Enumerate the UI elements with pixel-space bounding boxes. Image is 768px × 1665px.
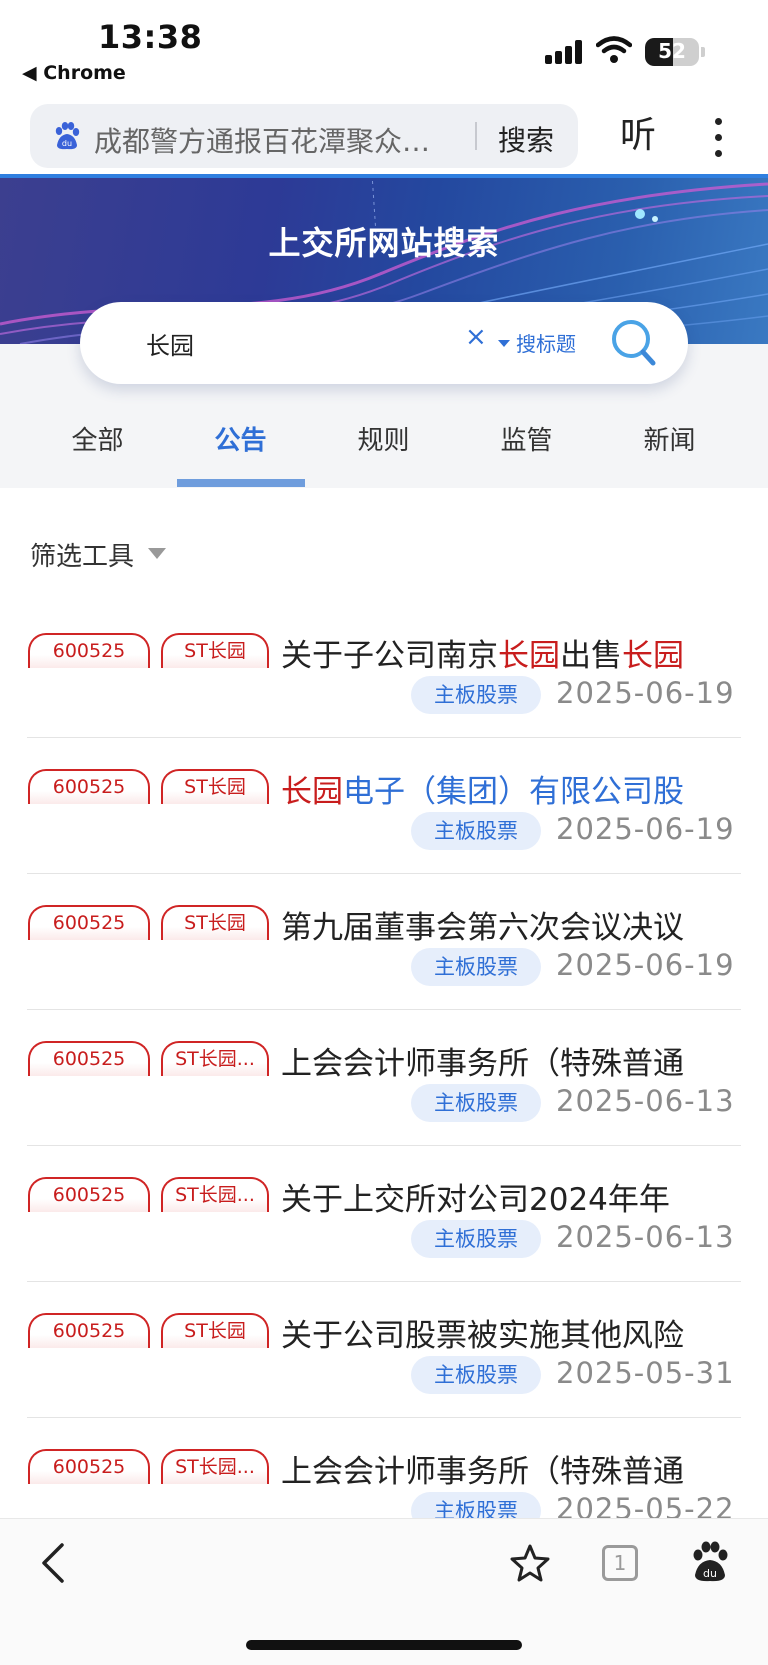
result-title-link[interactable]: 关于子公司南京长园出售长园 <box>281 630 731 675</box>
svg-text:du: du <box>62 139 72 148</box>
result-row[interactable]: 600525 ST长园... 关于上交所对公司2024年年 主板股票 2025-06-1… <box>0 1144 768 1282</box>
tab-count-button[interactable]: 1 <box>602 1545 638 1581</box>
search-scope-dropdown[interactable]: 搜标题 <box>498 328 576 357</box>
baidu-paw-icon[interactable]: du <box>690 1541 730 1583</box>
result-date: 2025-06-13 <box>556 1220 735 1254</box>
more-menu-icon[interactable] <box>712 118 724 158</box>
wifi-icon <box>596 36 632 63</box>
result-title-link[interactable]: 上会会计师事务所（特殊普通 <box>281 1038 731 1083</box>
result-title-link[interactable]: 第九届董事会第六次会议决议 <box>281 902 731 947</box>
result-row[interactable]: 600525 ST长园 第九届董事会第六次会议决议 主板股票 2025-06-19 <box>0 872 768 1010</box>
result-date: 2025-05-31 <box>556 1356 735 1390</box>
keyword-highlight: 长园 <box>281 774 343 810</box>
stock-code-tag[interactable]: 600525 <box>28 769 150 804</box>
result-title-link[interactable]: 关于上交所对公司2024年年 <box>281 1174 731 1219</box>
board-type-badge: 主板股票 <box>411 676 541 714</box>
stock-name-tag[interactable]: ST长园 <box>161 905 269 940</box>
result-title-link[interactable]: 关于公司股票被实施其他风险 <box>281 1310 731 1355</box>
address-query-text[interactable]: 成都警方通报百花潭聚众… <box>94 120 474 160</box>
title-text: 第九届董事会第六次会议决议 <box>281 910 684 946</box>
tab-supervision[interactable]: 监管 <box>455 420 598 457</box>
board-type-badge: 主板股票 <box>411 1220 541 1258</box>
keyword-highlight: 长园 <box>498 638 560 674</box>
address-search-button[interactable]: 搜索 <box>498 119 554 159</box>
battery-percent: 52 <box>658 39 686 63</box>
clear-search-button[interactable]: × <box>465 322 487 352</box>
result-row[interactable]: 600525 ST长园 关于公司股票被实施其他风险 主板股票 2025-05-31 <box>0 1280 768 1418</box>
result-row[interactable]: 600525 ST长园 关于子公司南京长园出售长园 主板股票 2025-06-19 <box>0 600 768 738</box>
site-search-input[interactable]: 长园 <box>146 326 194 361</box>
address-bar[interactable]: du 成都警方通报百花潭聚众… 搜索 <box>30 104 578 168</box>
title-text: 上会会计师事务所（特殊普通 <box>281 1046 684 1082</box>
stock-name-tag[interactable]: ST长园 <box>161 1313 269 1348</box>
keyword-highlight: 长园 <box>622 638 684 674</box>
result-title-link[interactable]: 上会会计师事务所（特殊普通 <box>281 1446 731 1491</box>
banner-title: 上交所网站搜索 <box>268 224 500 262</box>
title-text: 关于上交所对公司2024年年 <box>281 1182 670 1218</box>
tab-all[interactable]: 全部 <box>26 420 169 457</box>
home-indicator <box>246 1640 522 1650</box>
result-date: 2025-06-19 <box>556 812 735 846</box>
result-row[interactable]: 600525 ST长园 长园电子（集团）有限公司股 主板股票 2025-06-19 <box>0 736 768 874</box>
title-text: 关于公司股票被实施其他风险 <box>281 1318 684 1354</box>
result-date: 2025-06-19 <box>556 676 735 710</box>
svg-text:du: du <box>703 1567 717 1580</box>
back-to-app-link[interactable]: ◀ Chrome <box>22 62 126 84</box>
title-text: 出售 <box>560 638 622 674</box>
stock-name-tag[interactable]: ST长园... <box>161 1177 269 1212</box>
stock-code-tag[interactable]: 600525 <box>28 1313 150 1348</box>
stock-name-tag[interactable]: ST长园 <box>161 633 269 668</box>
listen-button[interactable]: 听 <box>620 106 656 158</box>
result-row[interactable]: 600525 ST长园... 上会会计师事务所（特殊普通 主板股票 2025-06-13 <box>0 1008 768 1146</box>
address-divider <box>475 122 477 150</box>
title-text: 上会会计师事务所（特殊普通 <box>281 1454 684 1490</box>
star-bookmark-icon[interactable] <box>510 1543 550 1583</box>
tab-news[interactable]: 新闻 <box>598 420 741 457</box>
stock-code-tag[interactable]: 600525 <box>28 1177 150 1212</box>
active-tab-indicator <box>177 479 305 487</box>
site-search-box: 长园 × 搜标题 <box>80 302 688 384</box>
search-icon[interactable] <box>610 318 658 368</box>
battery-icon: 52 <box>645 38 699 66</box>
title-text: 关于子公司南京 <box>281 638 498 674</box>
stock-code-tag[interactable]: 600525 <box>28 1449 150 1484</box>
tab-rules[interactable]: 规则 <box>312 420 455 457</box>
stock-code-tag[interactable]: 600525 <box>28 1041 150 1076</box>
stock-code-tag[interactable]: 600525 <box>28 633 150 668</box>
board-type-badge: 主板股票 <box>411 812 541 850</box>
back-arrow-icon[interactable] <box>38 1541 68 1585</box>
stock-code-tag[interactable]: 600525 <box>28 905 150 940</box>
status-bar: 13:38 ◀ Chrome 52 <box>0 0 768 96</box>
status-time: 13:38 <box>98 18 203 56</box>
board-type-badge: 主板股票 <box>411 948 541 986</box>
filter-tools-button[interactable]: 筛选工具 <box>30 536 134 573</box>
board-type-badge: 主板股票 <box>411 1356 541 1394</box>
baidu-paw-icon: du <box>55 122 80 150</box>
search-scope-label: 搜标题 <box>516 332 576 356</box>
result-title-link[interactable]: 长园电子（集团）有限公司股 <box>281 766 731 811</box>
cellular-signal-icon <box>545 40 585 64</box>
title-text: 电子（集团）有限公司股 <box>343 774 684 810</box>
result-date: 2025-06-13 <box>556 1084 735 1118</box>
stock-name-tag[interactable]: ST长园... <box>161 1449 269 1484</box>
result-date: 2025-06-19 <box>556 948 735 982</box>
stock-name-tag[interactable]: ST长园... <box>161 1041 269 1076</box>
banner-top-border <box>0 174 768 178</box>
battery-cap <box>701 47 705 57</box>
stock-name-tag[interactable]: ST长园 <box>161 769 269 804</box>
board-type-badge: 主板股票 <box>411 1084 541 1122</box>
dropdown-caret-icon <box>498 340 510 347</box>
filter-caret-icon[interactable] <box>148 548 166 559</box>
tab-announcements[interactable]: 公告 <box>169 420 312 457</box>
